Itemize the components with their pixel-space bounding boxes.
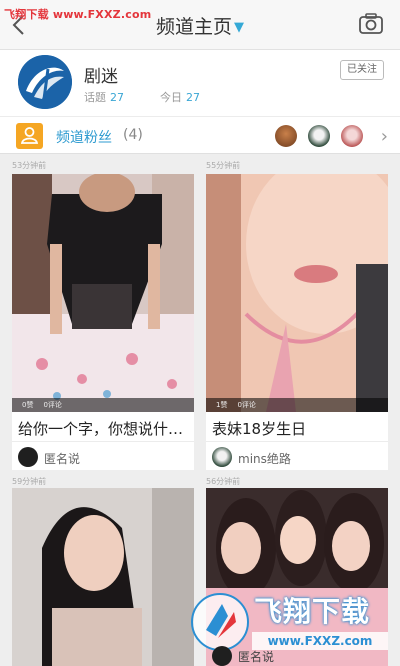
divider (206, 441, 388, 442)
topics-label: 话题 (84, 91, 106, 104)
post-title[interactable]: 给你一个字，你想说什… (18, 418, 190, 439)
post-time: 56分钟前 (206, 477, 241, 486)
watermark-brand: 飞翔下载 (254, 595, 371, 628)
author-avatar[interactable] (212, 447, 232, 467)
post-image[interactable] (206, 174, 388, 412)
camera-button[interactable] (358, 12, 384, 36)
fans-icon (16, 123, 43, 149)
fan-avatar[interactable] (308, 125, 330, 147)
post-card[interactable]: 0赞 0评论 给你一个字，你想说什… 匿名说 (12, 174, 194, 470)
today-label: 今日 (160, 91, 182, 104)
chevron-down-icon: ▼ (234, 20, 244, 35)
topics-count: 27 (110, 91, 124, 104)
post-stats: 0赞 0评论 (12, 398, 194, 412)
author-avatar[interactable] (212, 646, 232, 666)
post-time: 53分钟前 (12, 161, 47, 170)
fans-count: (4) (123, 127, 143, 143)
like-count: 1赞 (216, 401, 228, 409)
channel-fans-row[interactable]: 频道粉丝 (4) › (0, 116, 400, 154)
author-name[interactable]: 匿名说 (238, 648, 274, 665)
post-stats: 1赞 0评论 (206, 398, 388, 412)
post-card[interactable] (12, 488, 194, 666)
post-time: 55分钟前 (206, 161, 241, 170)
fans-title: 频道粉丝 (56, 130, 112, 146)
channel-name: 剧迷 (84, 67, 118, 87)
top-bar: 飞翔下载 www.FXXZ.com 频道主页 ▼ (0, 0, 400, 50)
channel-logo-icon (18, 55, 72, 109)
app-screen: 飞翔下载 www.FXXZ.com 频道主页 ▼ 剧迷 话题 27 今日 27 已关注 (0, 0, 400, 666)
author-avatar[interactable] (18, 447, 38, 467)
follow-button[interactable]: 已关注 (340, 60, 384, 80)
page-title: 频道主页 (155, 16, 232, 38)
post-title[interactable]: 表妹18岁生日 (212, 418, 384, 439)
author-name[interactable]: mins绝路 (238, 450, 291, 467)
fan-avatar[interactable] (275, 125, 297, 147)
chevron-right-icon: › (380, 126, 388, 147)
post-image[interactable] (12, 488, 194, 666)
author-name[interactable]: 匿名说 (44, 450, 80, 467)
channel-stats: 话题 27 今日 27 (84, 89, 236, 105)
divider (12, 441, 194, 442)
comment-count: 0评论 (43, 401, 62, 409)
camera-icon (359, 13, 383, 34)
channel-logo (18, 55, 72, 109)
like-count: 0赞 (22, 401, 34, 409)
post-image[interactable] (12, 174, 194, 412)
post-card[interactable]: 1赞 0评论 表妹18岁生日 mins绝路 (206, 174, 388, 470)
page-title-dropdown[interactable]: 频道主页 ▼ (0, 12, 400, 39)
comment-count: 0评论 (237, 401, 256, 409)
post-time: 59分钟前 (12, 477, 47, 486)
today-count: 27 (186, 91, 200, 104)
fan-avatar[interactable] (341, 125, 363, 147)
channel-header: 剧迷 话题 27 今日 27 已关注 (0, 50, 400, 116)
